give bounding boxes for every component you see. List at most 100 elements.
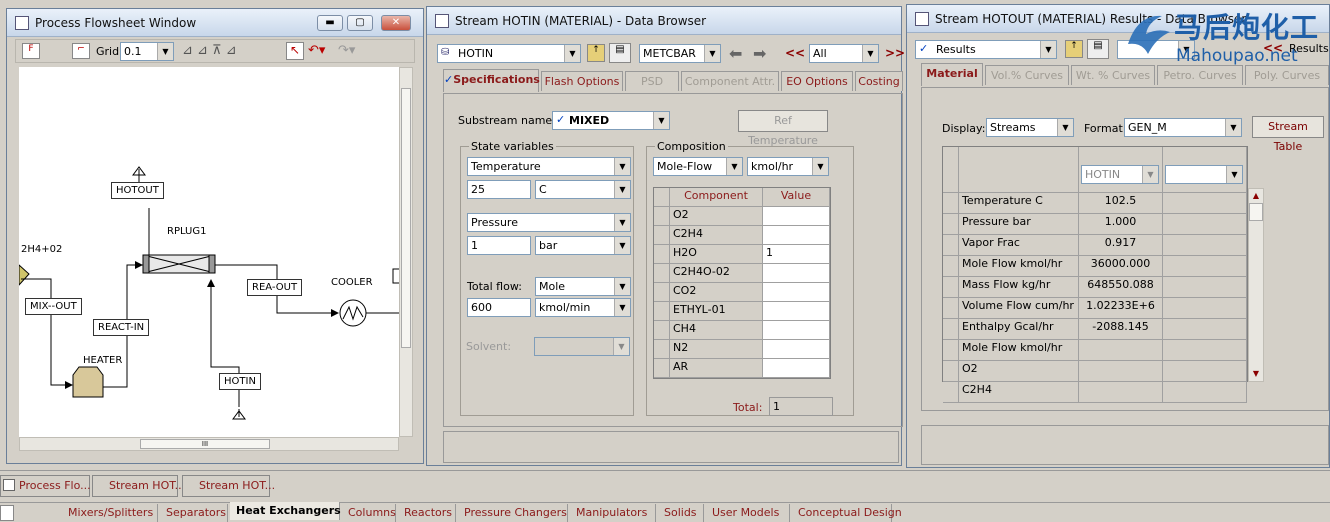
tab-vol-curves[interactable]: Vol.% Curves bbox=[985, 65, 1069, 85]
folder-up-icon[interactable]: ↑ bbox=[587, 44, 605, 62]
result-value-cell[interactable] bbox=[1079, 340, 1163, 361]
grid-toggle-icon[interactable]: ⌐ bbox=[72, 43, 90, 59]
stream-table-button[interactable]: Stream Table bbox=[1252, 116, 1324, 153]
component-value-cell[interactable] bbox=[763, 283, 830, 302]
grid-size-select[interactable]: 0.1 ▼ bbox=[120, 42, 174, 61]
composition-unit-select[interactable]: kmol/hr ▼ bbox=[747, 157, 829, 176]
component-value-cell[interactable] bbox=[763, 264, 830, 283]
palette-tab-reactors[interactable]: Reactors bbox=[398, 504, 456, 522]
horizontal-scrollbar[interactable]: III bbox=[19, 437, 399, 451]
row-header[interactable] bbox=[654, 359, 670, 378]
stream-hotout-label[interactable]: HOTOUT bbox=[111, 182, 164, 199]
temperature-input[interactable]: 25 bbox=[467, 180, 531, 199]
component-value-cell[interactable] bbox=[763, 226, 830, 245]
vertical-scrollbar[interactable] bbox=[399, 67, 413, 437]
component-value-cell[interactable] bbox=[763, 207, 830, 226]
result-value-cell[interactable]: 0.917 bbox=[1079, 235, 1163, 256]
flow-basis-select[interactable]: Mole ▼ bbox=[535, 277, 631, 296]
row-header[interactable] bbox=[654, 264, 670, 283]
row-header[interactable] bbox=[654, 245, 670, 264]
row-header[interactable] bbox=[943, 361, 959, 382]
results-scrollbar[interactable]: ▲ ▼ bbox=[1248, 188, 1264, 382]
result-empty-cell[interactable] bbox=[1163, 235, 1247, 256]
component-value-cell[interactable] bbox=[763, 359, 830, 378]
result-value-cell[interactable]: 1.000 bbox=[1079, 214, 1163, 235]
pressure-select[interactable]: Pressure ▼ bbox=[467, 213, 631, 232]
palette-tab-user-models[interactable]: User Models bbox=[706, 504, 790, 522]
component-value-cell[interactable] bbox=[763, 340, 830, 359]
scroll-down-icon[interactable]: ▼ bbox=[1249, 367, 1263, 381]
result-value-cell[interactable]: 1.02233E+6 bbox=[1079, 298, 1163, 319]
results-select[interactable]: ✓ Results ▼ bbox=[915, 40, 1057, 59]
palette-tab-solids[interactable]: Solids bbox=[658, 504, 704, 522]
row-header[interactable] bbox=[654, 283, 670, 302]
result-value-cell[interactable] bbox=[1079, 361, 1163, 382]
align-icons[interactable]: ⊿ ⊿ ⊼ ⊿ bbox=[182, 43, 237, 58]
taskbar-stream-hotin[interactable]: Stream HOT... bbox=[92, 475, 185, 497]
tab-component-attr[interactable]: Component Attr. bbox=[681, 71, 779, 91]
result-empty-cell[interactable] bbox=[1163, 256, 1247, 277]
result-empty-cell[interactable] bbox=[1163, 214, 1247, 235]
component-name-cell[interactable]: C2H4O-02 bbox=[670, 264, 763, 283]
minimize-button[interactable]: ▬ bbox=[317, 15, 343, 31]
result-empty-cell[interactable] bbox=[1163, 193, 1247, 214]
palette-tab-pressure-changers[interactable]: Pressure Changers bbox=[458, 504, 568, 522]
row-header[interactable] bbox=[943, 256, 959, 277]
result-value-cell[interactable]: 36000.000 bbox=[1079, 256, 1163, 277]
scroll-up-icon[interactable]: ▲ bbox=[1249, 189, 1263, 203]
total-flow-input[interactable]: 600 bbox=[467, 298, 531, 317]
display-select[interactable]: Streams ▼ bbox=[986, 118, 1074, 137]
pressure-unit-select[interactable]: bar ▼ bbox=[535, 236, 631, 255]
tab-flash-options[interactable]: Flash Options bbox=[541, 71, 623, 91]
select-pointer-icon[interactable]: ↖ bbox=[286, 42, 304, 60]
form-view-icon[interactable]: ▤ bbox=[609, 43, 631, 63]
column-stream-select-2[interactable]: ▼ bbox=[1165, 165, 1243, 184]
result-empty-cell[interactable] bbox=[1163, 298, 1247, 319]
prev-incomplete-button[interactable]: << bbox=[785, 46, 805, 60]
row-header[interactable] bbox=[943, 277, 959, 298]
component-name-cell[interactable]: AR bbox=[670, 359, 763, 378]
stream-react-in-label[interactable]: REACT-IN bbox=[93, 319, 150, 336]
tab-costing[interactable]: Costing bbox=[855, 71, 903, 91]
palette-icon[interactable] bbox=[0, 505, 14, 521]
flowsheet-canvas[interactable]: HOTOUT RPLUG1 2H4+02 MIX--OUT REACT-IN H… bbox=[19, 67, 399, 437]
row-header[interactable] bbox=[943, 340, 959, 361]
component-name-cell[interactable]: O2 bbox=[670, 207, 763, 226]
row-header[interactable] bbox=[654, 207, 670, 226]
result-empty-cell[interactable] bbox=[1163, 319, 1247, 340]
temperature-select[interactable]: Temperature ▼ bbox=[467, 157, 631, 176]
row-header[interactable] bbox=[943, 382, 959, 403]
back-arrow-icon[interactable]: ⬅ bbox=[729, 44, 742, 63]
component-name-cell[interactable]: CO2 bbox=[670, 283, 763, 302]
row-header[interactable] bbox=[654, 321, 670, 340]
close-button[interactable]: ✕ bbox=[381, 15, 411, 31]
ref-temperature-button[interactable]: Ref Temperature bbox=[738, 110, 828, 147]
tab-specifications[interactable]: ✓Specifications bbox=[443, 69, 540, 92]
maximize-button[interactable]: ▢ bbox=[347, 15, 373, 31]
component-name-cell[interactable]: C2H4 bbox=[670, 226, 763, 245]
annotation-icon[interactable]: F bbox=[22, 43, 40, 59]
tab-material[interactable]: Material bbox=[921, 63, 983, 86]
row-header[interactable] bbox=[654, 340, 670, 359]
result-empty-cell[interactable] bbox=[1163, 277, 1247, 298]
format-select[interactable]: GEN_M ▼ bbox=[1124, 118, 1242, 137]
component-value-cell[interactable]: 1 bbox=[763, 245, 830, 264]
result-value-cell[interactable] bbox=[1079, 382, 1163, 403]
composition-basis-select[interactable]: Mole-Flow ▼ bbox=[653, 157, 743, 176]
stream-select[interactable]: ⛁ HOTIN ▼ bbox=[437, 44, 581, 63]
result-empty-cell[interactable] bbox=[1163, 361, 1247, 382]
component-value-cell[interactable] bbox=[763, 321, 830, 340]
next-incomplete-button[interactable]: >> bbox=[885, 46, 905, 60]
component-name-cell[interactable]: H2O bbox=[670, 245, 763, 264]
solvent-select[interactable]: ▼ bbox=[534, 337, 630, 356]
folder-up-icon[interactable]: ↑ bbox=[1065, 40, 1083, 58]
result-value-cell[interactable]: 648550.088 bbox=[1079, 277, 1163, 298]
palette-tab-columns[interactable]: Columns bbox=[342, 504, 396, 522]
tab-psd[interactable]: PSD bbox=[625, 71, 679, 91]
scroll-thumb-h[interactable]: III bbox=[140, 439, 270, 449]
row-header[interactable] bbox=[943, 214, 959, 235]
units-select[interactable]: METCBAR ▼ bbox=[639, 44, 721, 63]
scroll-thumb[interactable] bbox=[1249, 203, 1263, 221]
palette-tab-heat-exchangers[interactable]: Heat Exchangers bbox=[230, 502, 341, 520]
result-value-cell[interactable]: 102.5 bbox=[1079, 193, 1163, 214]
